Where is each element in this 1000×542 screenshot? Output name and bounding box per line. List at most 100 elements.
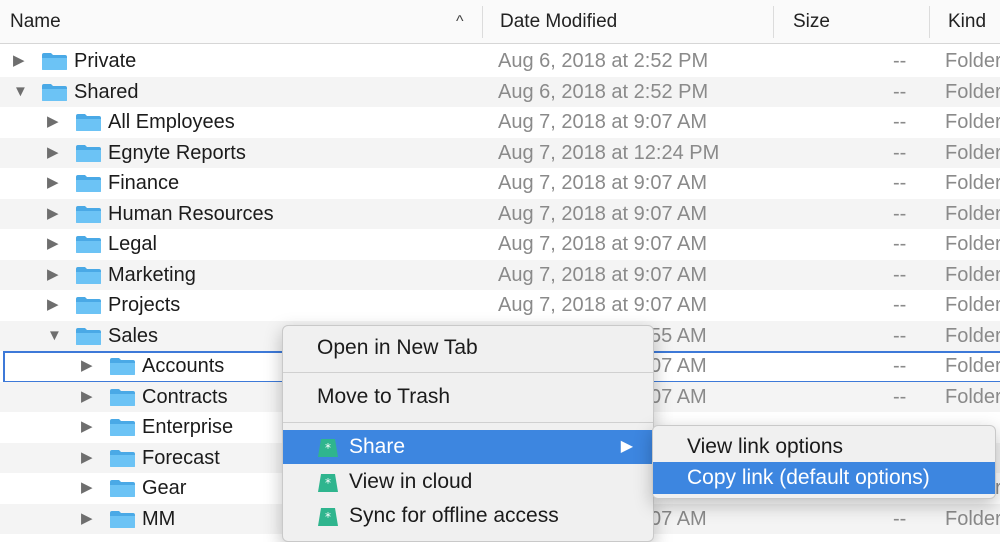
submenu-item-view-link-options[interactable]: View link options xyxy=(653,431,995,463)
svg-text:*: * xyxy=(325,441,331,455)
row-kind: Folder xyxy=(945,385,1000,408)
menu-separator xyxy=(283,372,653,373)
column-divider[interactable] xyxy=(773,6,774,38)
share-submenu: View link options Copy link (default opt… xyxy=(652,425,996,499)
svg-text:*: * xyxy=(325,510,331,524)
row-date-modified: 07 AM xyxy=(650,507,707,530)
table-row[interactable]: ▶ All Employees Aug 7, 2018 at 9:07 AM -- Fo… xyxy=(0,107,1000,137)
column-header-name[interactable]: Name xyxy=(10,0,61,44)
folder-icon xyxy=(75,174,102,193)
row-name: Contracts xyxy=(142,385,228,408)
disclosure-expanded-icon[interactable]: ▼ xyxy=(47,321,62,351)
table-row[interactable]: ▶ Legal Aug 7, 2018 at 9:07 AM -- Folder xyxy=(0,229,1000,259)
table-row[interactable]: ▶ Egnyte Reports Aug 7, 2018 at 12:24 PM --… xyxy=(0,137,1000,168)
folder-icon xyxy=(109,510,136,529)
menu-item-view-in-cloud[interactable]: * View in cloud xyxy=(283,465,653,499)
row-size: -- xyxy=(893,355,907,377)
disclosure-collapsed-icon[interactable]: ▶ xyxy=(47,107,59,137)
row-date-modified: Aug 7, 2018 at 9:07 AM xyxy=(498,263,708,286)
disclosure-collapsed-icon[interactable]: ▶ xyxy=(13,46,25,76)
folder-icon xyxy=(109,357,136,376)
folder-icon xyxy=(41,52,68,71)
row-kind: Folder xyxy=(945,263,1000,286)
folder-icon xyxy=(75,113,102,132)
menu-item-sync-for-offline-access[interactable]: * Sync for offline access xyxy=(283,499,653,533)
disclosure-collapsed-icon[interactable]: ▶ xyxy=(81,504,93,534)
row-kind: Folder xyxy=(945,172,1000,194)
row-size: -- xyxy=(893,141,907,164)
sort-ascending-icon[interactable]: ^ xyxy=(456,0,464,44)
folder-icon xyxy=(109,479,136,498)
disclosure-collapsed-icon[interactable]: ▶ xyxy=(81,351,93,381)
row-name: Sales xyxy=(108,324,159,347)
disclosure-collapsed-icon[interactable]: ▶ xyxy=(47,199,59,229)
row-kind: Folder xyxy=(945,80,1000,103)
folder-icon xyxy=(75,235,102,254)
folder-icon xyxy=(109,388,136,407)
disclosure-collapsed-icon[interactable]: ▶ xyxy=(81,473,93,503)
table-row[interactable]: ▶ Finance Aug 7, 2018 at 9:07 AM -- Folder xyxy=(0,168,1000,198)
row-kind: Folder xyxy=(945,233,1000,255)
column-header-bar: Name ^ Date Modified Size Kind xyxy=(0,0,1000,44)
row-size: -- xyxy=(893,324,907,347)
submenu-item-copy-link-default[interactable]: Copy link (default options) xyxy=(653,462,995,494)
row-size: -- xyxy=(893,385,907,408)
menu-separator xyxy=(283,422,653,423)
row-date-modified: Aug 6, 2018 at 2:52 PM xyxy=(498,50,709,72)
disclosure-collapsed-icon[interactable]: ▶ xyxy=(81,443,93,473)
egnyte-icon: * xyxy=(317,471,339,493)
table-row[interactable]: ▶ Projects Aug 7, 2018 at 9:07 AM -- Folder xyxy=(0,290,1000,320)
folder-icon xyxy=(75,327,102,346)
table-row[interactable]: ▶ Human Resources Aug 7, 2018 at 9:07 AM --… xyxy=(0,198,1000,229)
row-date-modified: 55 AM xyxy=(650,324,707,347)
disclosure-collapsed-icon[interactable]: ▶ xyxy=(81,412,93,442)
row-name: All Employees xyxy=(108,111,235,133)
row-name: Legal xyxy=(108,233,157,255)
row-size: -- xyxy=(893,202,907,225)
row-name: Projects xyxy=(108,294,181,316)
column-divider[interactable] xyxy=(929,6,930,38)
row-date-modified: 07 AM xyxy=(650,385,707,408)
column-header-date-modified[interactable]: Date Modified xyxy=(500,0,617,44)
table-row[interactable]: ▶ Marketing Aug 7, 2018 at 9:07 AM -- Folder xyxy=(0,259,1000,290)
disclosure-collapsed-icon[interactable]: ▶ xyxy=(47,229,59,259)
disclosure-collapsed-icon[interactable]: ▶ xyxy=(47,168,59,198)
menu-item-share[interactable]: * Share ▶ xyxy=(283,430,653,464)
row-date-modified: Aug 6, 2018 at 2:52 PM xyxy=(498,80,709,103)
row-size: -- xyxy=(893,507,907,530)
folder-icon xyxy=(109,418,136,437)
row-name: Egnyte Reports xyxy=(108,141,246,164)
row-name: MM xyxy=(142,507,176,530)
row-kind: Folder xyxy=(945,202,1000,225)
row-name: Marketing xyxy=(108,263,196,286)
disclosure-collapsed-icon[interactable]: ▶ xyxy=(81,382,93,412)
folder-icon xyxy=(75,266,102,285)
menu-item-move-to-trash[interactable]: Move to Trash xyxy=(283,380,653,414)
folder-icon xyxy=(41,83,68,102)
row-name: Forecast xyxy=(142,446,220,469)
row-size: -- xyxy=(893,50,907,72)
disclosure-expanded-icon[interactable]: ▼ xyxy=(13,77,28,107)
folder-icon xyxy=(75,205,102,224)
row-name: Gear xyxy=(142,477,187,499)
column-divider[interactable] xyxy=(482,6,483,38)
column-header-size[interactable]: Size xyxy=(793,0,830,44)
row-name: Enterprise xyxy=(142,416,234,438)
row-date-modified: 07 AM xyxy=(650,355,707,377)
disclosure-collapsed-icon[interactable]: ▶ xyxy=(47,138,59,168)
row-name: Shared xyxy=(74,80,139,103)
table-row[interactable]: ▶ Private Aug 6, 2018 at 2:52 PM -- Folder xyxy=(0,46,1000,76)
row-size: -- xyxy=(893,294,907,316)
row-kind: Folder xyxy=(945,50,1000,72)
disclosure-collapsed-icon[interactable]: ▶ xyxy=(47,260,59,290)
column-header-kind[interactable]: Kind xyxy=(948,0,986,44)
table-row[interactable]: ▼ Shared Aug 6, 2018 at 2:52 PM -- Folder xyxy=(0,76,1000,107)
folder-icon xyxy=(75,144,102,163)
row-date-modified: Aug 7, 2018 at 9:07 AM xyxy=(498,111,708,133)
disclosure-collapsed-icon[interactable]: ▶ xyxy=(47,290,59,320)
row-name: Accounts xyxy=(142,355,225,377)
row-size: -- xyxy=(893,111,907,133)
folder-icon xyxy=(75,296,102,315)
row-name: Human Resources xyxy=(108,202,274,225)
menu-item-open-in-new-tab[interactable]: Open in New Tab xyxy=(283,331,653,365)
